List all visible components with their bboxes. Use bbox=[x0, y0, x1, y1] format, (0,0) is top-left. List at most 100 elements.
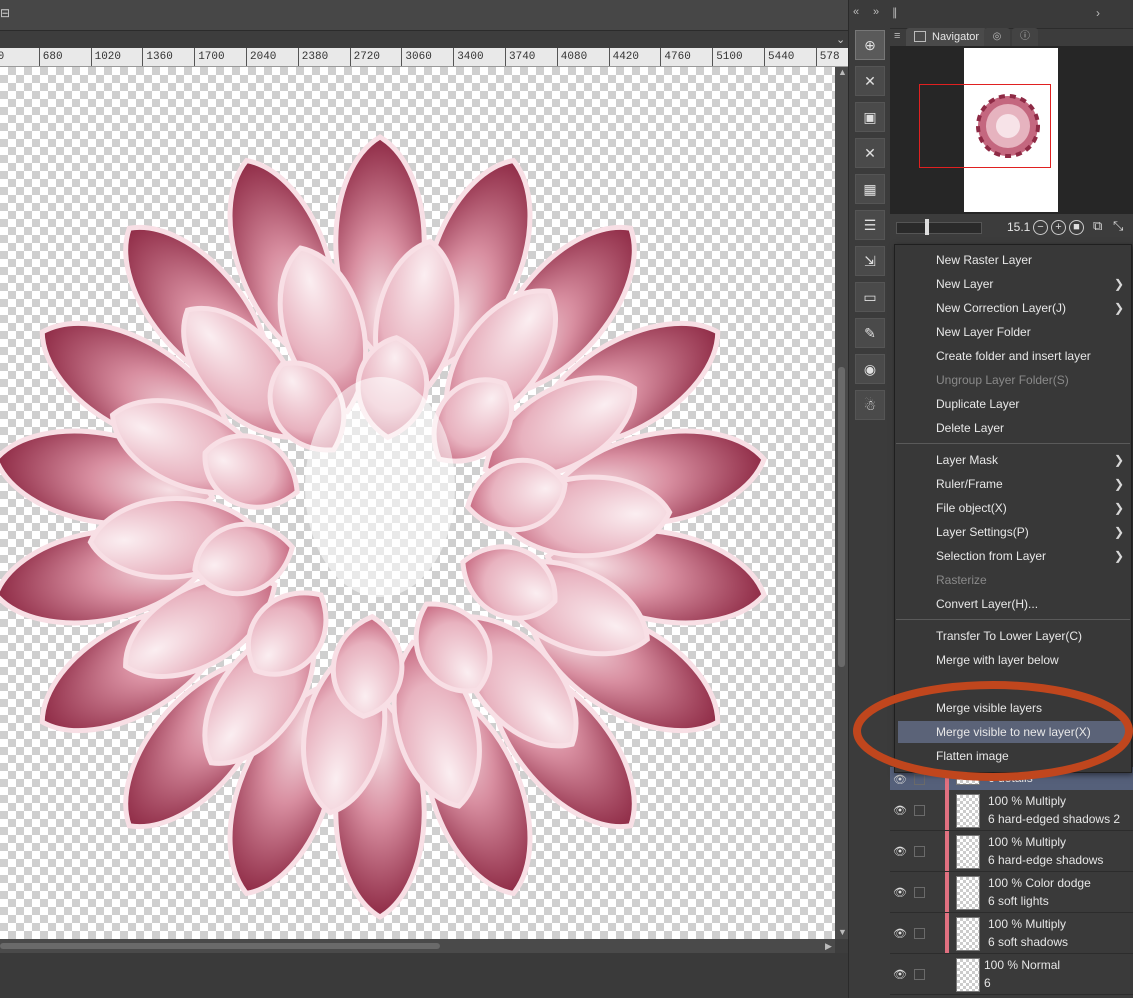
menu-item-create-folder-and-insert-layer[interactable]: Create folder and insert layer bbox=[896, 345, 1130, 367]
layer-blend-mode: 100 % Multiply bbox=[988, 794, 1067, 808]
eye-icon[interactable]: 👁 bbox=[893, 968, 907, 981]
eye-icon[interactable]: 👁 bbox=[893, 886, 907, 899]
ruler-tick-label: 5440 bbox=[768, 51, 795, 63]
layer-name: 6 soft lights bbox=[988, 894, 1049, 908]
eye-icon[interactable]: 👁 bbox=[893, 773, 907, 786]
edit-icon: ✎ bbox=[864, 325, 876, 341]
menu-item-file-object-x[interactable]: File object(X) ❯ bbox=[896, 497, 1130, 519]
layer-row[interactable]: 👁 100 % Multiply 6 hard-edged shadows 2 bbox=[890, 790, 1133, 831]
menu-item-new-layer-folder[interactable]: New Layer Folder bbox=[896, 321, 1130, 343]
layer-row[interactable]: 👁 100 % Normal 6 bbox=[890, 954, 1133, 995]
lock-toggle[interactable] bbox=[914, 846, 925, 857]
zoom-slider[interactable] bbox=[896, 219, 982, 235]
menu-item-selection-from-layer[interactable]: Selection from Layer ❯ bbox=[896, 545, 1130, 567]
zoom-slider-knob[interactable] bbox=[925, 219, 929, 235]
eye-icon[interactable]: 👁 bbox=[893, 927, 907, 940]
ruler-tick-label: 4760 bbox=[664, 51, 691, 63]
menu-item-ruler-frame[interactable]: Ruler/Frame ❯ bbox=[896, 473, 1130, 495]
tab-navigator[interactable]: Navigator bbox=[906, 28, 988, 46]
ruler-tick: 2380 bbox=[297, 48, 328, 66]
menu-item-label: File object(X) bbox=[936, 501, 1007, 515]
lock-toggle[interactable] bbox=[914, 969, 925, 980]
ruler-menu-chevron-icon[interactable]: ⌄ bbox=[836, 33, 845, 46]
panel-menu-icon[interactable]: ≡ bbox=[894, 30, 900, 42]
menu-item-flatten-image[interactable]: Flatten image bbox=[896, 745, 1130, 767]
tool-button-texture[interactable]: ▦ bbox=[855, 174, 885, 204]
ruler-tick-label: 3060 bbox=[405, 51, 432, 63]
scroll-down-icon[interactable]: ▼ bbox=[838, 927, 847, 937]
layer-blend-mode: 100 % Normal bbox=[984, 958, 1061, 972]
layer-folder-icon: ▣ bbox=[863, 109, 877, 125]
menu-item-new-raster-layer[interactable]: New Raster Layer bbox=[896, 249, 1130, 271]
eye-icon[interactable]: 👁 bbox=[893, 804, 907, 817]
menu-item-rasterize: Rasterize bbox=[896, 569, 1130, 591]
tool-button-zoom[interactable]: ⊕ bbox=[855, 30, 885, 60]
menu-item-merge-visible-layers[interactable]: Merge visible layers bbox=[896, 697, 1130, 719]
menu-item-duplicate-layer[interactable]: Duplicate Layer bbox=[896, 393, 1130, 415]
tab-sub-view[interactable]: ◎ bbox=[984, 28, 1010, 46]
flower-artwork bbox=[0, 134, 767, 920]
menu-item-label: Ruler/Frame bbox=[936, 477, 1003, 491]
tool-button-folder[interactable]: ▭ bbox=[855, 282, 885, 312]
lock-toggle[interactable] bbox=[914, 928, 925, 939]
tool-button-close-cross[interactable]: ✕ bbox=[855, 66, 885, 96]
ruler-tick-label: 4420 bbox=[612, 51, 639, 63]
horizontal-scrollbar[interactable]: ▶ bbox=[0, 939, 835, 953]
menu-item-new-layer[interactable]: New Layer ❯ bbox=[896, 273, 1130, 295]
vertical-scrollbar[interactable]: ▲ ▼ bbox=[835, 67, 848, 939]
fit-window-icon[interactable]: ⤡ bbox=[1113, 218, 1123, 234]
collapse-left-icon[interactable]: « bbox=[853, 6, 859, 18]
tool-button-layer-list[interactable]: ☰ bbox=[855, 210, 885, 240]
scroll-up-icon[interactable]: ▲ bbox=[838, 67, 847, 77]
zoom-icon: ⊕ bbox=[864, 37, 876, 53]
info-icon: ⓘ bbox=[1020, 31, 1030, 42]
menu-item-new-correction-layer-j[interactable]: New Correction Layer(J) ❯ bbox=[896, 297, 1130, 319]
submenu-chevron-icon: ❯ bbox=[1113, 549, 1124, 563]
lock-toggle[interactable] bbox=[914, 773, 925, 785]
menu-item-delete-layer[interactable]: Delete Layer bbox=[896, 417, 1130, 439]
menu-item-layer-mask[interactable]: Layer Mask ❯ bbox=[896, 449, 1130, 471]
ruler-tick: 2720 bbox=[349, 48, 380, 66]
ruler-tick-label: 578 bbox=[819, 51, 840, 63]
horizontal-scroll-thumb[interactable] bbox=[0, 943, 440, 949]
menu-item-label: Merge with layer below bbox=[936, 653, 1059, 667]
tool-button-camera[interactable]: ◉ bbox=[855, 354, 885, 384]
menu-item-merge-with-layer-below[interactable]: Merge with layer below bbox=[896, 649, 1130, 671]
pose-figure-icon: ☃ bbox=[863, 397, 877, 413]
navigator-preview[interactable] bbox=[890, 46, 1133, 214]
expand-right-icon[interactable]: » bbox=[873, 6, 879, 18]
layer-row[interactable]: 👁 100 % Multiply 6 soft shadows bbox=[890, 913, 1133, 954]
lock-toggle[interactable] bbox=[914, 805, 925, 816]
lock-toggle[interactable] bbox=[914, 887, 925, 898]
tab-info[interactable]: ⓘ bbox=[1012, 28, 1038, 46]
vertical-scroll-thumb[interactable] bbox=[838, 367, 845, 667]
scroll-right-icon[interactable]: ▶ bbox=[825, 941, 832, 952]
tool-button-move-layer[interactable]: ⇲ bbox=[855, 246, 885, 276]
layer-blend-mode: 100 % Multiply bbox=[988, 917, 1067, 931]
navigator-view-rect[interactable] bbox=[919, 84, 1051, 168]
menu-separator bbox=[896, 619, 1130, 620]
navigator-icon bbox=[914, 31, 926, 42]
layer-color-bar bbox=[945, 831, 949, 871]
tool-button-close-cross[interactable]: ✕ bbox=[855, 138, 885, 168]
menu-item-convert-layer-h[interactable]: Convert Layer(H)... bbox=[896, 593, 1130, 615]
menu-item-label: Merge visible layers bbox=[936, 701, 1043, 715]
menu-item-merge-visible-to-new-layer-x[interactable]: Merge visible to new layer(X) bbox=[898, 721, 1128, 743]
eye-icon[interactable]: 👁 bbox=[893, 845, 907, 858]
chevron-right-icon[interactable]: › bbox=[1096, 6, 1100, 20]
layer-row[interactable]: 👁 100 % Multiply 6 hard-edge shadows bbox=[890, 831, 1133, 872]
tool-button-edit[interactable]: ✎ bbox=[855, 318, 885, 348]
layer-color-bar bbox=[945, 872, 949, 912]
grip-icon[interactable]: ∥ bbox=[892, 6, 898, 19]
layer-row[interactable]: 👁 100 % Color dodge 6 soft lights bbox=[890, 872, 1133, 913]
ruler-tick: 1360 bbox=[142, 48, 173, 66]
menu-item-layer-settings-p[interactable]: Layer Settings(P) ❯ bbox=[896, 521, 1130, 543]
tool-button-pose-figure[interactable]: ☃ bbox=[855, 390, 885, 420]
canvas[interactable] bbox=[0, 67, 835, 939]
tool-button-layer-folder[interactable]: ▣ bbox=[855, 102, 885, 132]
zoom-out-icon[interactable]: − bbox=[1033, 220, 1048, 235]
zoom-reset-icon[interactable]: ■ bbox=[1069, 220, 1084, 235]
menu-item-transfer-to-lower-layer-c[interactable]: Transfer To Lower Layer(C) bbox=[896, 625, 1130, 647]
zoom-in-icon[interactable]: + bbox=[1051, 220, 1066, 235]
fit-view-icon[interactable]: ⧉ bbox=[1093, 218, 1102, 234]
